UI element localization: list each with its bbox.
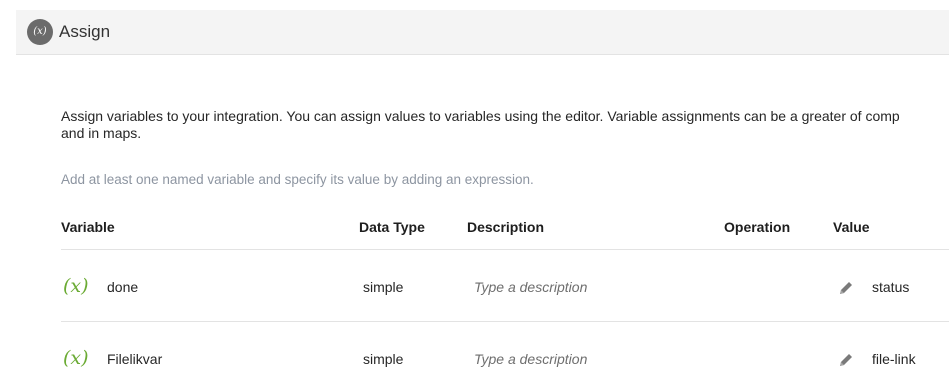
assign-panel: (x) Assign Assign variables to your inte… — [0, 0, 949, 373]
description-input[interactable]: Type a description — [474, 351, 587, 367]
pencil-icon[interactable] — [837, 351, 855, 369]
column-header-variable[interactable]: Variable — [61, 219, 115, 235]
intro-line-1: Assign variables to your integration. Yo… — [61, 108, 900, 124]
panel-content: Assign variables to your integration. Yo… — [16, 55, 949, 373]
variable-x-icon: (x) — [63, 275, 89, 297]
intro-line-2: and in maps. — [61, 125, 142, 141]
column-header-description[interactable]: Description — [467, 219, 544, 235]
row-divider — [61, 321, 949, 322]
column-header-value[interactable]: Value — [833, 219, 870, 235]
value-cell[interactable]: file-link — [872, 351, 916, 367]
variable-name-filelikvar[interactable]: Filelikvar — [107, 351, 162, 367]
left-gutter — [0, 0, 16, 373]
description-input[interactable]: Type a description — [474, 279, 587, 295]
hint-text: Add at least one named variable and spec… — [61, 172, 534, 187]
variable-badge-icon: (x) — [27, 19, 53, 45]
data-type-cell[interactable]: simple — [363, 351, 403, 367]
panel-header: (x) Assign — [16, 10, 949, 55]
intro-text: Assign variables to your integration. Yo… — [61, 108, 949, 142]
variable-x-icon: (x) — [63, 347, 89, 369]
pencil-icon[interactable] — [837, 279, 855, 297]
header-divider — [61, 249, 949, 250]
variable-name-done[interactable]: done — [107, 279, 138, 295]
data-type-cell[interactable]: simple — [363, 279, 403, 295]
column-header-operation[interactable]: Operation — [724, 219, 790, 235]
value-cell[interactable]: status — [872, 279, 909, 295]
column-header-data-type[interactable]: Data Type — [359, 219, 425, 235]
page-title: Assign — [59, 22, 111, 41]
